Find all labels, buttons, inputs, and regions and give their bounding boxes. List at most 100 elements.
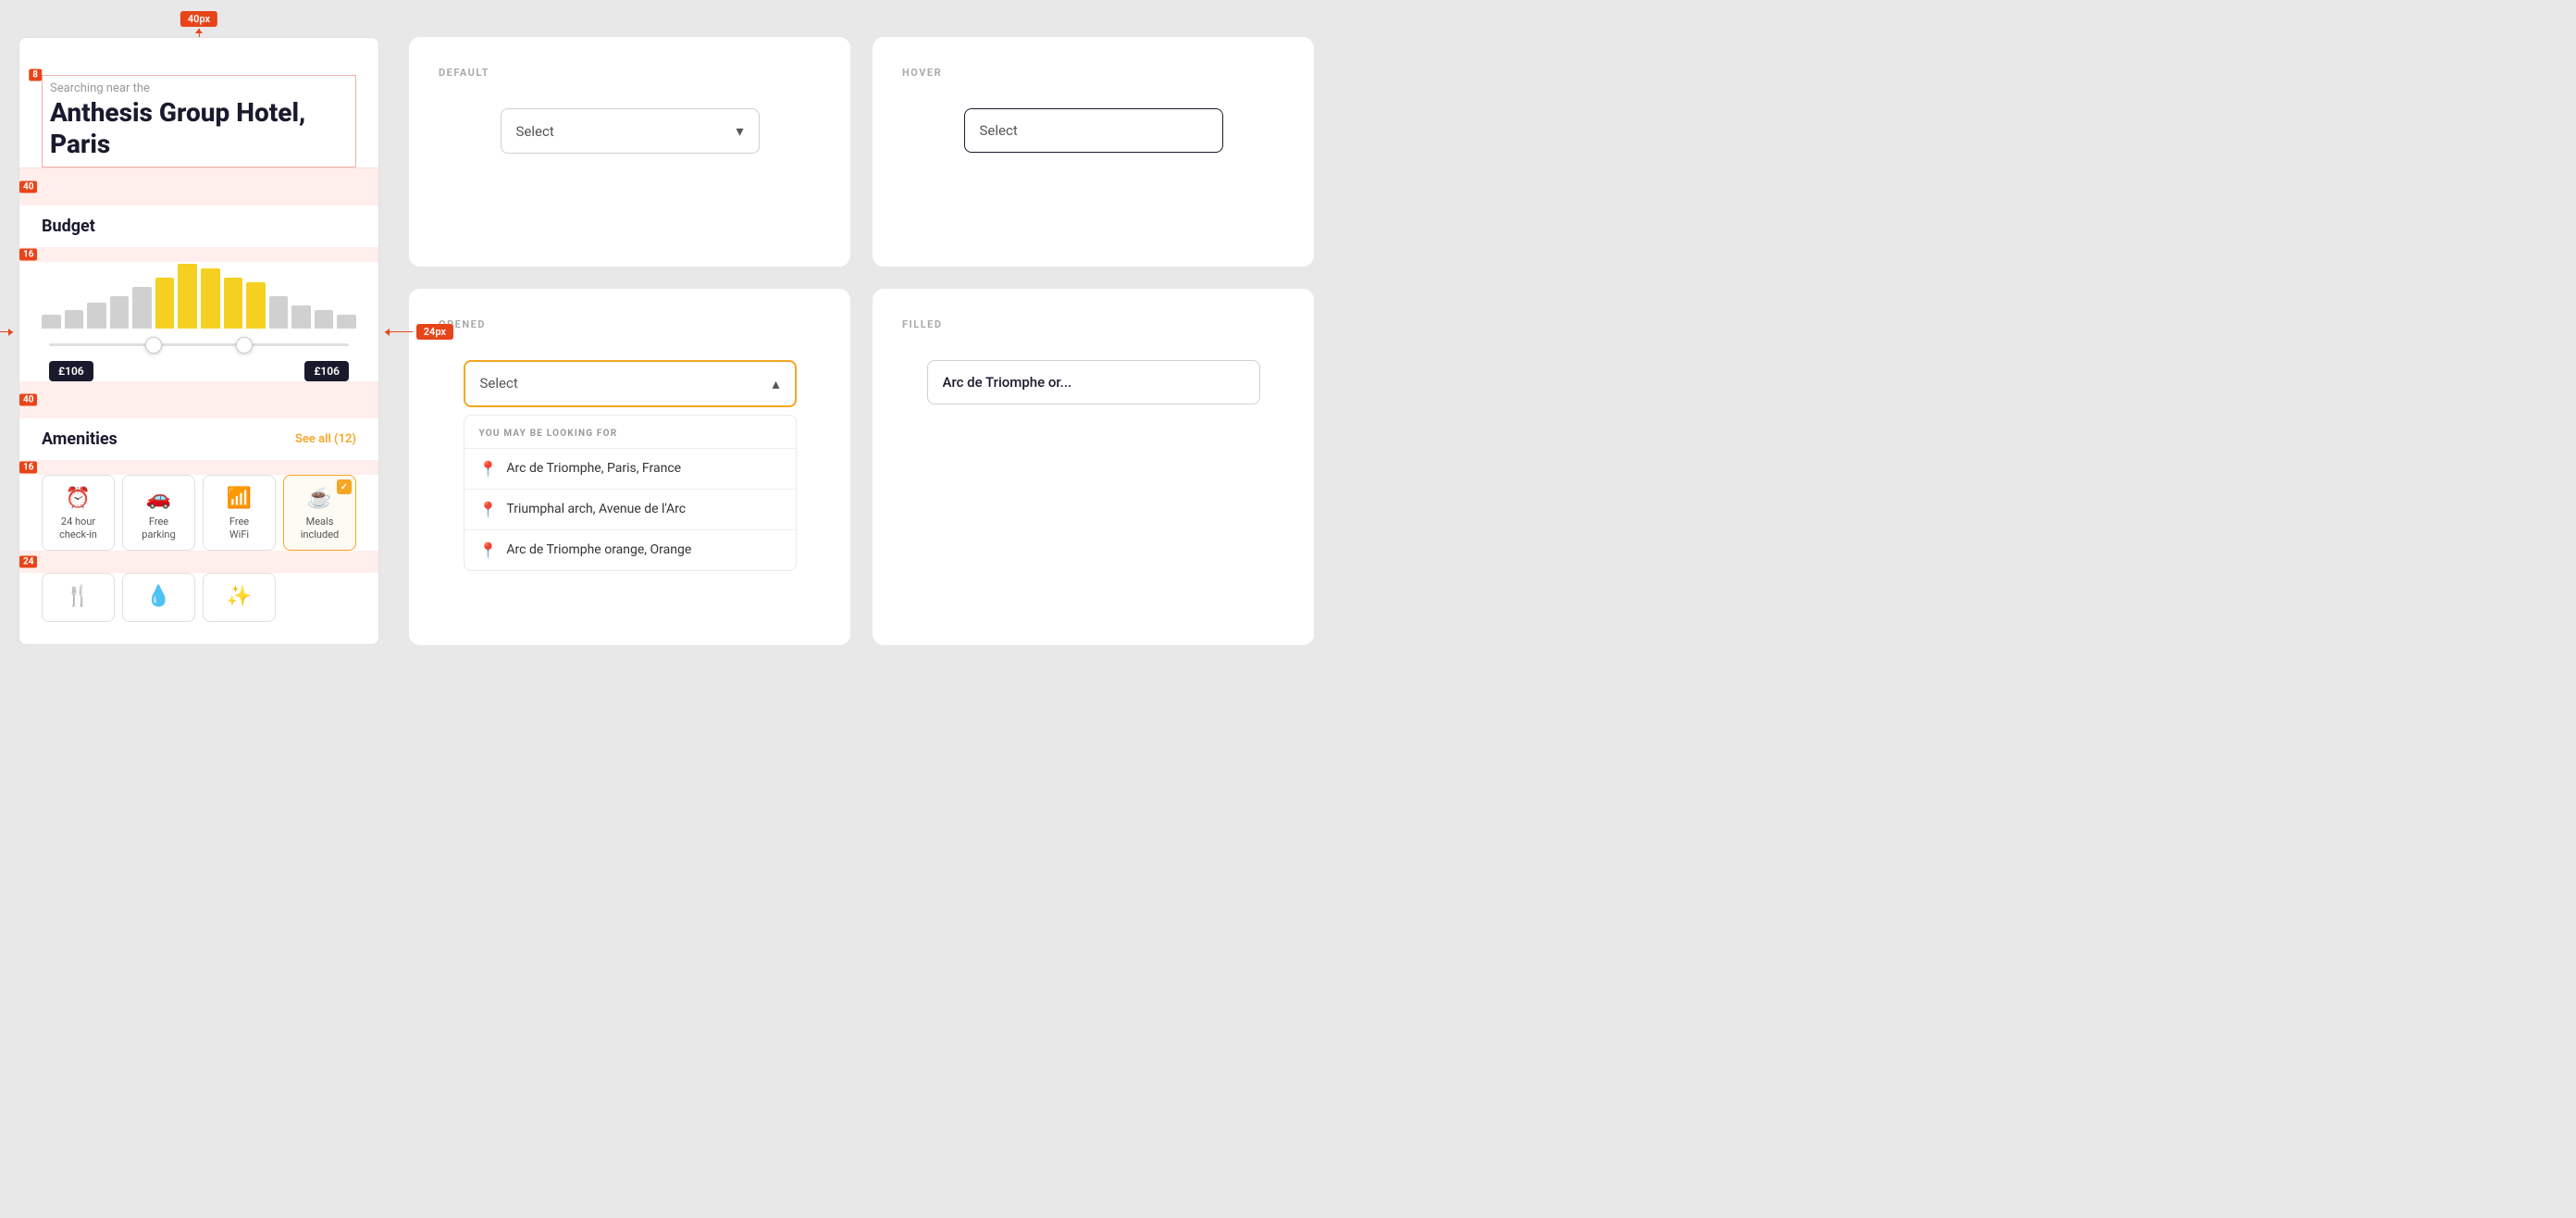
- chart-bar-5: [155, 278, 175, 329]
- search-title: Anthesis Group Hotel, Paris: [43, 97, 355, 167]
- amenity-card-3[interactable]: ☕ Meals included ✓: [283, 475, 356, 551]
- hover-label: HOVER: [902, 67, 1284, 79]
- amenity-row-2: 🍴 💧 ✨: [19, 573, 378, 644]
- chart-bar-7: [201, 268, 220, 329]
- amenity-card-0[interactable]: ⏰ 24 hour check-in: [42, 475, 115, 551]
- budget-section: Budget: [19, 205, 378, 247]
- chart-bar-4: [132, 287, 152, 329]
- budget-header: Budget: [42, 205, 356, 247]
- spacer-24: 24: [19, 551, 378, 573]
- chart-bar-9: [246, 282, 266, 329]
- select-default[interactable]: Select ▾: [501, 108, 760, 154]
- price-labels: £106 £106: [42, 361, 356, 381]
- amenity-icon-r2-2: ✨: [227, 585, 252, 608]
- spacer-40-a: 40: [19, 168, 378, 205]
- select-filled-text: Arc de Triomphe or...: [943, 374, 1072, 391]
- chart-bar-1: [65, 310, 84, 329]
- slider-thumb-right[interactable]: [236, 337, 253, 354]
- amenities-section: Amenities See all (12): [19, 418, 378, 460]
- filled-label: FILLED: [902, 318, 1284, 330]
- right-badge: 24px: [416, 324, 453, 340]
- spacer-40a-label: 40: [19, 181, 37, 193]
- chevron-down-icon: ▾: [736, 122, 743, 140]
- amenity-card-r2-2[interactable]: ✨: [203, 573, 276, 622]
- dropdown-section-label: YOU MAY BE LOOKING FOR: [464, 416, 796, 448]
- chevron-up-icon: ▴: [772, 375, 779, 392]
- chart-bar-8: [224, 278, 243, 329]
- dropdown-item-1-text: Arc de Triomphe, Paris, France: [506, 461, 681, 476]
- amenity-label-0: 24 hour check-in: [59, 516, 97, 542]
- amenity-icon-0: ⏰: [66, 487, 91, 510]
- mobile-panel: 8 Searching near the Anthesis Group Hote…: [19, 37, 379, 645]
- amenity-card-r2-1[interactable]: 💧: [122, 573, 195, 622]
- select-opened-text: Select: [480, 375, 518, 392]
- amenities-header: Amenities See all (12): [42, 418, 356, 460]
- opened-label: OPENED: [439, 318, 821, 330]
- chart-bar-0: [42, 315, 61, 329]
- amenity-label-1: Free parking: [142, 516, 175, 542]
- panel-opened: OPENED Select ▴ YOU MAY BE LOOKING FOR 📍…: [409, 289, 850, 645]
- slider-track: [49, 343, 349, 346]
- amenity-card-1[interactable]: 🚗 Free parking: [122, 475, 195, 551]
- amenity-grid: ⏰ 24 hour check-in 🚗 Free parking 📶 Free WiFi…: [42, 475, 356, 551]
- search-input-wrapper: Searching near the Anthesis Group Hotel,…: [42, 75, 356, 168]
- search-subtitle: Searching near the: [43, 76, 355, 97]
- dropdown-item-2[interactable]: 📍 Triumphal arch, Avenue de l'Arc: [464, 489, 796, 529]
- see-all-link[interactable]: See all (12): [295, 432, 356, 446]
- slider-wrapper: [42, 343, 356, 346]
- left-annotation: 24px: [0, 324, 13, 340]
- amenity-label-2: Free WiFi: [229, 516, 249, 542]
- dropdown-item-2-text: Triumphal arch, Avenue de l'Arc: [506, 502, 686, 516]
- default-label: DEFAULT: [439, 67, 821, 79]
- chart-bar-10: [269, 296, 289, 329]
- amenity-icon-3: ☕: [307, 487, 332, 510]
- right-annotation: 24px: [385, 324, 453, 340]
- spacer-24-label: 24: [19, 555, 37, 567]
- spacer-16-b: 16: [19, 460, 378, 475]
- panel-default: DEFAULT Select ▾: [409, 37, 850, 267]
- top-spacer-badge: 40px: [180, 11, 217, 27]
- right-panels: DEFAULT Select ▾ HOVER Select OPENED Sel…: [409, 37, 1314, 645]
- amenity-grid-row2: 🍴 💧 ✨: [42, 573, 356, 622]
- dropdown-item-3[interactable]: 📍 Arc de Triomphe orange, Orange: [464, 529, 796, 570]
- check-badge-3: ✓: [337, 479, 352, 494]
- chart-bar-12: [315, 310, 334, 329]
- budget-chart-section: £106 £106: [19, 262, 378, 381]
- chart-bar-3: [110, 296, 130, 329]
- amenity-icon-r2-1: 💧: [146, 585, 171, 608]
- select-opened[interactable]: Select ▴: [464, 360, 797, 407]
- select-hover[interactable]: Select: [964, 108, 1223, 153]
- location-pin-icon: 📍: [479, 460, 498, 478]
- spacer-16-a: 16: [19, 247, 378, 262]
- price-tag-right: £106: [304, 361, 349, 381]
- amenities-title: Amenities: [42, 429, 118, 449]
- select-default-text: Select: [516, 123, 554, 140]
- budget-title: Budget: [42, 217, 95, 236]
- chart-bar-13: [337, 315, 356, 329]
- amenity-card-r2-0[interactable]: 🍴: [42, 573, 115, 622]
- left-arrow: [0, 331, 13, 332]
- chart-bar-6: [178, 264, 197, 329]
- spacer-40-b: 40: [19, 381, 378, 418]
- location-pin-icon-3: 📍: [479, 541, 498, 559]
- annotation-8: 8: [29, 69, 42, 81]
- select-filled[interactable]: Arc de Triomphe or...: [927, 360, 1260, 404]
- budget-chart: [42, 262, 356, 336]
- slider-thumb-left[interactable]: [145, 337, 162, 354]
- panel-hover: HOVER Select: [873, 37, 1314, 267]
- spacer-16a-label: 16: [19, 249, 37, 261]
- dropdown-list: YOU MAY BE LOOKING FOR 📍 Arc de Triomphe…: [464, 415, 797, 571]
- amenity-card-2[interactable]: 📶 Free WiFi: [203, 475, 276, 551]
- amenity-icon-2: 📶: [227, 487, 252, 510]
- spacer-16b-label: 16: [19, 462, 37, 474]
- right-arrow: [385, 331, 413, 332]
- location-pin-icon-2: 📍: [479, 501, 498, 518]
- chart-bar-11: [291, 305, 311, 329]
- dropdown-item-3-text: Arc de Triomphe orange, Orange: [506, 542, 691, 557]
- amenity-row-1: ⏰ 24 hour check-in 🚗 Free parking 📶 Free WiFi…: [19, 475, 378, 551]
- dropdown-item-1[interactable]: 📍 Arc de Triomphe, Paris, France: [464, 448, 796, 489]
- amenity-label-3: Meals included: [301, 516, 340, 542]
- spacer-40b-label: 40: [19, 394, 37, 406]
- slider-fill: [154, 343, 243, 346]
- amenity-icon-1: 🚗: [146, 487, 171, 510]
